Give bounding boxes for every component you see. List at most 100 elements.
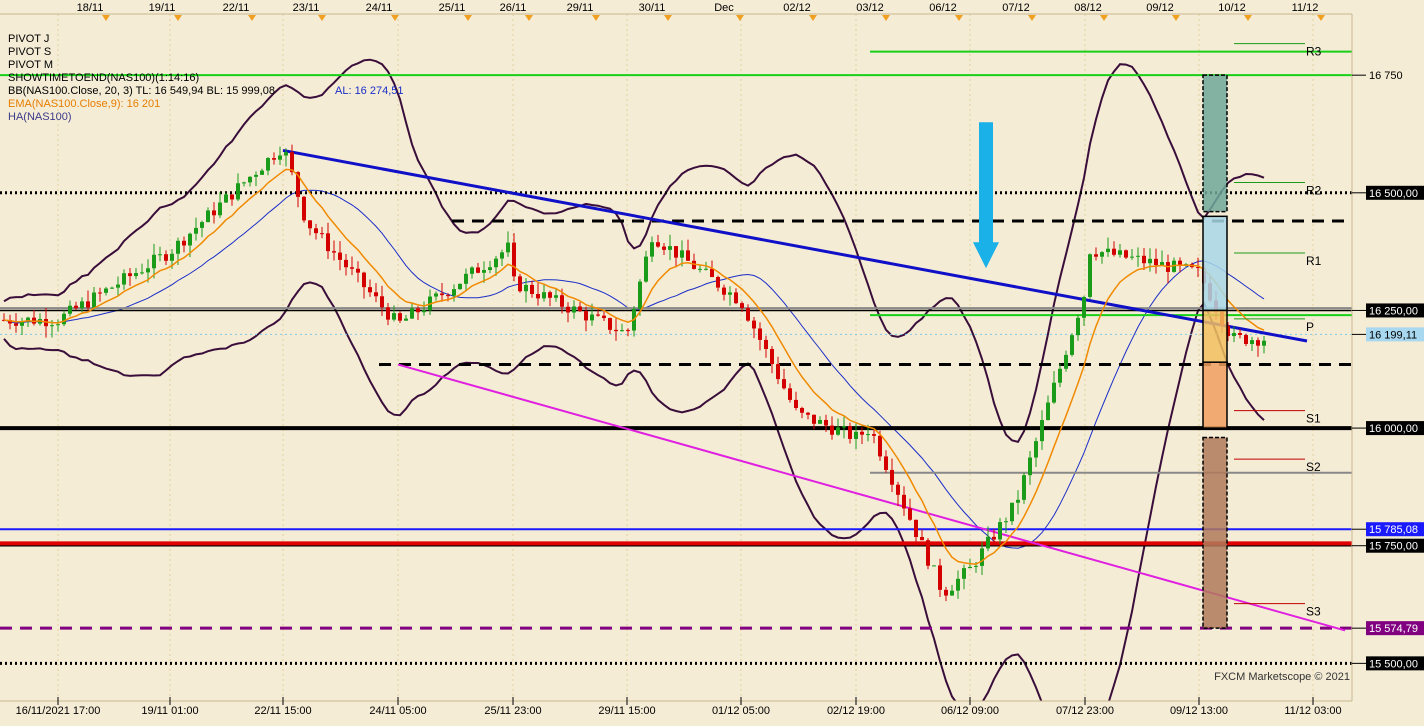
candle-body [866,434,870,436]
candle-body [560,295,564,307]
candle-body [734,292,738,304]
candle-body [860,431,864,435]
candle-body [434,293,438,297]
candle-body [380,296,384,308]
candle-body [788,388,792,400]
price-label: 15 500,00 [1369,658,1418,670]
top-date-label: 22/11 [223,2,250,14]
candle-body [944,589,948,596]
candle-body [500,252,504,259]
candle-body [326,233,330,252]
candle-body [644,256,648,282]
candle-body [608,318,612,330]
candle-body [1232,333,1236,337]
candle-body [770,349,774,365]
bottom-time-label: 19/11 01:00 [141,705,198,717]
chart-area[interactable]: R3 R2 R1 P S1 S2 S3 16 750 16 500,00 16 250,00 16… [0,0,1424,726]
candle-body [548,292,552,298]
candle-body [518,276,522,292]
candle-body [962,568,966,579]
candle-body [740,303,744,309]
price-label: 15 574,79 [1369,623,1418,635]
candle-body [830,425,834,435]
candle-body [800,407,804,413]
bottom-time-label: 07/12 23:00 [1056,705,1114,717]
candle-body [656,242,660,247]
candle-body [746,308,750,321]
candle-body [200,222,204,228]
candle-body [956,578,960,591]
candle-body [896,484,900,495]
candle-body [104,288,108,293]
candle-body [674,246,678,258]
candle-body [614,329,618,332]
indicator-label: BB(NAS100.Close, 20, 3) TL: 16 549,94 BL… [8,85,275,97]
candle-body [812,414,816,424]
candle-body [230,194,234,200]
candle-body [194,227,198,234]
highlight-box [1202,74,1228,213]
candle-body [1262,340,1266,346]
bottom-time-label: 01/12 05:00 [712,705,770,717]
candle-body [110,287,114,289]
candle-body [1016,499,1020,503]
candle-body [350,267,354,269]
candle-body [728,292,732,295]
candle-body [836,427,840,435]
indicator-label: PIVOT J [8,33,49,45]
candle-body [344,259,348,268]
candle-body [938,565,942,590]
candle-body [1046,402,1050,421]
candle-body [164,254,168,261]
candle-body [488,267,492,271]
pivot-label: S2 [1306,460,1321,474]
candle-body [602,315,606,319]
top-date-label: 30/11 [639,2,666,14]
candle-body [572,306,576,313]
top-date-label: 10/12 [1218,2,1246,14]
top-date-label: 18/11 [77,2,104,14]
candle-body [758,328,762,340]
price-axis-bg [1352,0,1424,721]
candle-body [1178,260,1182,265]
candle-body [752,320,756,329]
candle-body [68,305,72,314]
candle-body [176,240,180,254]
price-label: 15 785,08 [1369,524,1418,536]
price-label: 16 000,00 [1369,423,1418,435]
candle-body [506,242,510,253]
candle-body [1118,250,1122,255]
top-date-label: 09/12 [1146,2,1174,14]
candle-body [146,268,150,273]
bottom-time-label: 02/12 19:00 [827,705,885,717]
candle-body [662,246,666,250]
candle-body [422,310,426,313]
candle-body [872,434,876,436]
pivot-label: P [1306,320,1314,334]
candle-body [914,519,918,538]
candle-body [512,242,516,277]
candle-body [224,194,228,203]
top-date-label: Dec [714,2,734,14]
candle-body [332,251,336,253]
candle-body [86,301,90,308]
candle-body [704,268,708,270]
price-chart: R3 R2 R1 P S1 S2 S3 16 750 16 500,00 16 250,00 16… [0,0,1424,726]
candle-body [266,158,270,171]
indicator-label: EMA(NAS100.Close,9): 16 201 [8,98,160,110]
candle-body [920,537,924,541]
candle-body [482,270,486,273]
candle-body [1052,382,1056,403]
pivot-label: R1 [1306,254,1322,268]
candle-body [698,268,702,270]
candle-body [1004,521,1008,523]
indicator-label: PIVOT S [8,46,51,58]
candle-body [158,254,162,256]
candle-body [92,292,96,308]
candle-body [242,182,246,184]
candle-body [128,273,132,277]
candle-body [80,301,84,309]
top-date-label: 03/12 [856,2,884,14]
top-date-label: 06/12 [929,2,957,14]
candle-body [968,566,972,569]
